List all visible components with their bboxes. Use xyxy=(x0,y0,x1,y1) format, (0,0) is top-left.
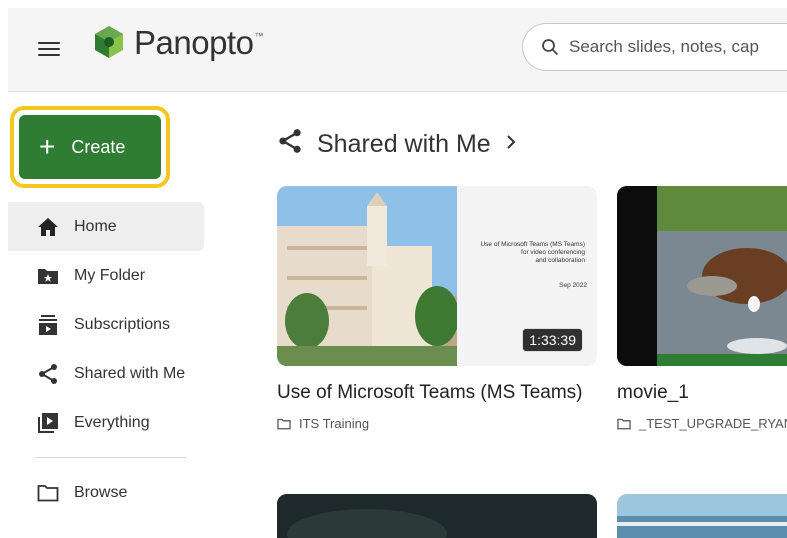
chevron-right-icon xyxy=(505,133,517,156)
video-thumbnail[interactable] xyxy=(277,494,597,538)
campus-building-image xyxy=(277,186,457,366)
subscriptions-icon xyxy=(36,313,60,337)
video-title[interactable]: Use of Microsoft Teams (MS Teams) xyxy=(277,382,597,404)
create-highlight: + Create xyxy=(10,106,170,188)
slide-date: Sep 2022 xyxy=(559,282,587,289)
sidebar-item-my-folder[interactable]: My Folder xyxy=(8,251,204,300)
video-title[interactable]: movie_1 xyxy=(617,382,787,404)
video-thumbnail[interactable]: Use of Microsoft Teams (MS Teams) for vi… xyxy=(277,186,597,366)
video-folder-link[interactable]: ITS Training xyxy=(277,416,597,431)
section-title-shared-with-me[interactable]: Shared with Me xyxy=(277,128,517,161)
menu-icon[interactable] xyxy=(38,38,60,58)
video-thumbnail[interactable] xyxy=(617,186,787,366)
folder-icon xyxy=(36,481,60,505)
panopto-logo[interactable]: Panopto ™ xyxy=(90,24,263,62)
sidebar-item-label: Subscriptions xyxy=(74,315,171,333)
sidebar-item-home[interactable]: Home xyxy=(8,202,204,251)
library-play-icon xyxy=(36,411,60,435)
app-header: Panopto ™ xyxy=(8,8,787,92)
section-title-text: Shared with Me xyxy=(317,130,491,158)
folder-name: ITS Training xyxy=(299,416,370,431)
share-icon xyxy=(277,128,303,161)
ocean-scene-image xyxy=(617,494,787,538)
folder-star-icon xyxy=(36,264,60,288)
video-card[interactable]: Use of Microsoft Teams (MS Teams) for vi… xyxy=(277,186,597,431)
sidebar-item-label: Shared with Me xyxy=(74,364,186,382)
folder-icon xyxy=(617,418,631,429)
search-input[interactable] xyxy=(569,37,779,57)
folder-icon xyxy=(277,418,291,429)
video-card[interactable]: movie_1 _TEST_UPGRADE_RYAN xyxy=(617,186,787,431)
search-bar[interactable] xyxy=(522,23,787,71)
panopto-logo-mark xyxy=(95,26,123,58)
bear-river-image xyxy=(617,186,787,366)
video-folder-link[interactable]: _TEST_UPGRADE_RYAN xyxy=(617,416,787,431)
sidebar-item-label: My Folder xyxy=(74,266,146,284)
slide-title: Use of Microsoft Teams (MS Teams) for vi… xyxy=(480,241,585,264)
search-icon xyxy=(542,39,558,55)
sidebar-item-label: Home xyxy=(74,217,117,235)
sidebar-item-browse[interactable]: Browse xyxy=(8,468,204,517)
sidebar-divider xyxy=(36,457,186,458)
video-thumbnail[interactable] xyxy=(617,494,787,538)
dark-scene-image xyxy=(277,494,597,538)
sidebar-item-shared-with-me[interactable]: Shared with Me xyxy=(8,349,204,398)
duration-badge: 1:33:39 xyxy=(522,328,583,352)
create-button[interactable]: + Create xyxy=(19,115,161,179)
plus-icon: + xyxy=(39,131,56,162)
home-icon xyxy=(36,215,60,239)
sidebar-item-label: Browse xyxy=(74,483,128,501)
logo-text: Panopto xyxy=(134,24,254,61)
folder-name: _TEST_UPGRADE_RYAN xyxy=(639,416,787,431)
sidebar-item-everything[interactable]: Everything xyxy=(8,398,204,447)
sidebar-nav: Home My Folder Subscriptions Shared with… xyxy=(8,202,204,517)
share-icon xyxy=(36,362,60,386)
sidebar-item-subscriptions[interactable]: Subscriptions xyxy=(8,300,204,349)
logo-trademark: ™ xyxy=(254,31,264,41)
create-label: Create xyxy=(71,136,126,157)
sidebar-item-label: Everything xyxy=(74,413,150,431)
